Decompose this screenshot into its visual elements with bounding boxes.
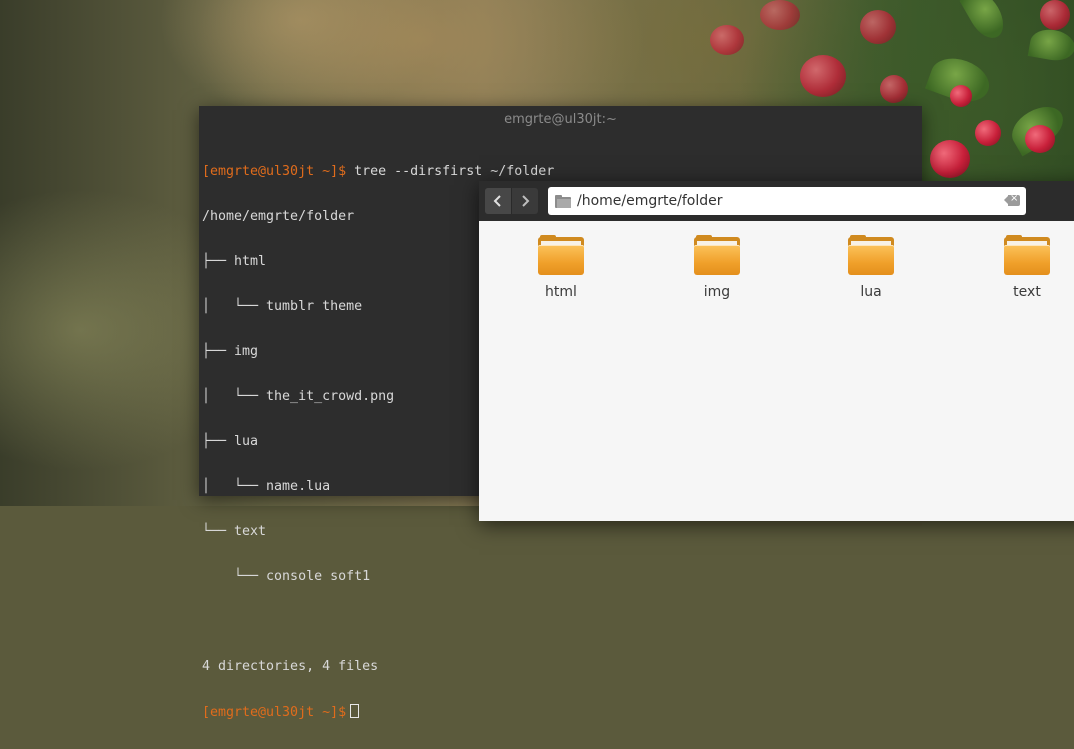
wallpaper-berry [760,0,800,30]
chevron-left-icon [493,195,501,207]
output-text: ├── html [202,254,267,269]
wallpaper-berry [950,85,972,107]
folder-label: text [1013,284,1041,300]
output-text: 4 directories, 4 files [202,659,379,674]
folder-item-text[interactable]: text [982,235,1072,300]
text-cursor [350,704,360,718]
output-text: └── text [202,524,267,539]
wallpaper-berry [1025,125,1055,153]
terminal-line: └── console soft1 [202,569,922,584]
folder-label: img [703,284,731,300]
command-text: tree --dirsfirst ~/folder [346,164,555,179]
wallpaper-berry [800,55,846,97]
folder-icon [1004,235,1050,275]
folder-icon [694,235,740,275]
file-manager-window[interactable]: /home/emgrte/folder × html img lua text [479,181,1074,521]
backspace-clear-icon[interactable]: × [1004,193,1020,206]
output-text: │ └── name.lua [202,479,331,494]
location-path[interactable]: /home/emgrte/folder [577,193,722,209]
shell-prompt: [emgrte@ul30jt ~]$ [202,164,347,179]
navigation-buttons [485,188,538,214]
folder-icon [555,194,571,208]
wallpaper-berry [1040,0,1070,30]
output-text: │ └── the_it_crowd.png [202,389,395,404]
terminal-line: 4 directories, 4 files [202,659,922,674]
folder-label: lua [860,284,882,300]
forward-button[interactable] [512,188,538,214]
output-text: ├── img [202,344,259,359]
wallpaper-berry [930,140,970,178]
wallpaper-leaf [959,0,1011,45]
folder-item-lua[interactable]: lua [826,235,916,300]
folder-item-html[interactable]: html [516,235,606,300]
wallpaper-berry [860,10,896,44]
terminal-title: emgrte@ul30jt:~ [504,112,617,127]
folder-item-img[interactable]: img [672,235,762,300]
output-text: │ └── tumblr theme [202,299,363,314]
terminal-line: [emgrte@ul30jt ~]$ [202,704,922,720]
file-manager-toolbar: /home/emgrte/folder × [479,181,1074,221]
wallpaper-berry [975,120,1001,146]
wallpaper-berry [710,25,744,55]
output-text: ├── lua [202,434,259,449]
terminal-line: [emgrte@ul30jt ~]$ tree --dirsfirst ~/fo… [202,164,922,179]
output-text: /home/emgrte/folder [202,209,355,224]
folder-label: html [545,284,577,300]
location-bar[interactable]: /home/emgrte/folder × [548,187,1026,215]
folder-icon [848,235,894,275]
wallpaper-berry [880,75,908,103]
back-button[interactable] [485,188,512,214]
shell-prompt: [emgrte@ul30jt ~]$ [202,705,347,720]
chevron-right-icon [522,195,530,207]
folder-icon [538,235,584,275]
output-text: └── console soft1 [202,569,371,584]
terminal-line: └── text [202,524,922,539]
wallpaper-leaf [1027,26,1074,64]
